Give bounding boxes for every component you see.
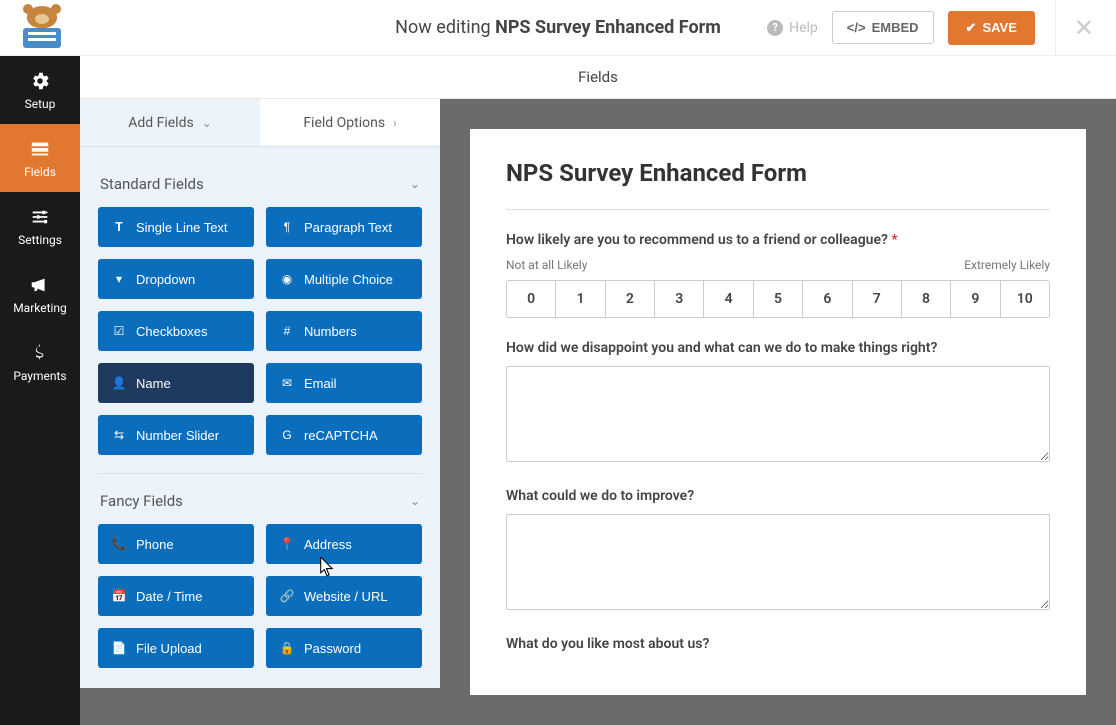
rail-settings[interactable]: Settings xyxy=(0,192,80,260)
question-label: How did we disappoint you and what can w… xyxy=(506,340,1050,356)
lock-icon: 🔒 xyxy=(280,641,294,655)
field-website-url[interactable]: 🔗Website / URL xyxy=(266,576,422,616)
field-password[interactable]: 🔒Password xyxy=(266,628,422,668)
user-icon: 👤 xyxy=(112,376,126,390)
field-paragraph-text[interactable]: ¶Paragraph Text xyxy=(266,207,422,247)
field-numbers[interactable]: #Numbers xyxy=(266,311,422,351)
mail-icon: ✉ xyxy=(280,376,294,390)
section-standard-fields[interactable]: Standard Fields ⌄ xyxy=(98,157,422,207)
help-link[interactable]: ? Help xyxy=(767,20,818,36)
link-icon: 🔗 xyxy=(280,589,294,603)
chevron-down-icon: ⌄ xyxy=(410,177,420,191)
field-address[interactable]: 📍Address xyxy=(266,524,422,564)
field-single-line-text[interactable]: 𝐓Single Line Text xyxy=(98,207,254,247)
field-email[interactable]: ✉Email xyxy=(266,363,422,403)
radio-icon: ◉ xyxy=(280,272,294,286)
section-fancy-fields[interactable]: Fancy Fields ⌄ xyxy=(98,474,422,524)
scale-option-2[interactable]: 2 xyxy=(606,281,655,317)
question-label: What do you like most about us? xyxy=(506,636,1050,652)
app-logo xyxy=(18,4,66,52)
scale-option-10[interactable]: 10 xyxy=(1001,281,1049,317)
textarea-disappoint[interactable] xyxy=(506,366,1050,462)
help-icon: ? xyxy=(767,20,783,36)
nps-scale: 012345678910 xyxy=(506,280,1050,318)
scale-option-3[interactable]: 3 xyxy=(655,281,704,317)
chevron-down-icon: ⌄ xyxy=(202,116,212,130)
embed-button[interactable]: </> EMBED xyxy=(832,11,934,44)
close-button[interactable]: ✕ xyxy=(1055,0,1098,56)
left-rail: Setup Fields Settings Marketing Payments xyxy=(0,56,80,725)
scale-option-7[interactable]: 7 xyxy=(853,281,902,317)
scale-option-5[interactable]: 5 xyxy=(754,281,803,317)
field-dropdown[interactable]: ▾Dropdown xyxy=(98,259,254,299)
question-label: What could we do to improve? xyxy=(506,488,1050,504)
rail-label: Marketing xyxy=(13,301,67,315)
rail-fields[interactable]: Fields xyxy=(0,124,80,192)
tab-field-options[interactable]: Field Options › xyxy=(260,99,440,146)
megaphone-icon xyxy=(29,274,51,296)
question-label: How likely are you to recommend us to a … xyxy=(506,232,1050,248)
calendar-icon: 📅 xyxy=(112,589,126,603)
pin-icon: 📍 xyxy=(280,537,294,551)
form-canvas[interactable]: NPS Survey Enhanced Form How likely are … xyxy=(440,99,1116,725)
field-multiple-choice[interactable]: ◉Multiple Choice xyxy=(266,259,422,299)
dollar-icon xyxy=(29,342,51,364)
slider-icon: ⇆ xyxy=(112,428,126,442)
check-icon: ✔ xyxy=(966,20,977,36)
canvas-tab-label: Fields xyxy=(80,56,1116,99)
field-file-upload[interactable]: 📄File Upload xyxy=(98,628,254,668)
field-phone[interactable]: 📞Phone xyxy=(98,524,254,564)
recaptcha-icon: G xyxy=(280,428,294,442)
scale-option-8[interactable]: 8 xyxy=(902,281,951,317)
save-button[interactable]: ✔ SAVE xyxy=(948,11,1035,45)
chevron-down-icon: ⌄ xyxy=(410,494,420,508)
field-date-time[interactable]: 📅Date / Time xyxy=(98,576,254,616)
rail-marketing[interactable]: Marketing xyxy=(0,260,80,328)
scale-low-label: Not at all Likely xyxy=(506,258,587,272)
scale-high-label: Extremely Likely xyxy=(964,258,1050,272)
textarea-improve[interactable] xyxy=(506,514,1050,610)
field-name[interactable]: 👤Name xyxy=(98,363,254,403)
scale-option-9[interactable]: 9 xyxy=(951,281,1000,317)
sliders-icon xyxy=(29,206,51,228)
checkbox-icon: ☑ xyxy=(112,324,126,338)
rail-label: Settings xyxy=(18,233,62,247)
scale-option-6[interactable]: 6 xyxy=(803,281,852,317)
field-number-slider[interactable]: ⇆Number Slider xyxy=(98,415,254,455)
rail-setup[interactable]: Setup xyxy=(0,56,80,124)
rail-label: Payments xyxy=(13,369,66,383)
scale-option-4[interactable]: 4 xyxy=(704,281,753,317)
paragraph-icon: ¶ xyxy=(280,220,294,234)
form-title: NPS Survey Enhanced Form xyxy=(506,159,1050,210)
rail-label: Fields xyxy=(24,165,56,179)
editing-title: Now editing NPS Survey Enhanced Form xyxy=(395,17,721,38)
fields-panel[interactable]: Standard Fields ⌄ 𝐓Single Line Text ¶Para… xyxy=(80,147,440,688)
scale-option-0[interactable]: 0 xyxy=(507,281,556,317)
chevron-right-icon: › xyxy=(393,116,397,130)
code-icon: </> xyxy=(847,20,866,35)
phone-icon: 📞 xyxy=(112,537,126,551)
rail-label: Setup xyxy=(25,97,56,111)
dropdown-icon: ▾ xyxy=(112,272,126,286)
tab-add-fields[interactable]: Add Fields ⌄ xyxy=(80,99,260,146)
hash-icon: # xyxy=(280,324,294,338)
field-checkboxes[interactable]: ☑Checkboxes xyxy=(98,311,254,351)
field-recaptcha[interactable]: GreCAPTCHA xyxy=(266,415,422,455)
scale-option-1[interactable]: 1 xyxy=(556,281,605,317)
rail-payments[interactable]: Payments xyxy=(0,328,80,396)
text-icon: 𝐓 xyxy=(112,220,126,235)
form-icon xyxy=(29,138,51,160)
file-icon: 📄 xyxy=(112,641,126,655)
gear-icon xyxy=(29,70,51,92)
